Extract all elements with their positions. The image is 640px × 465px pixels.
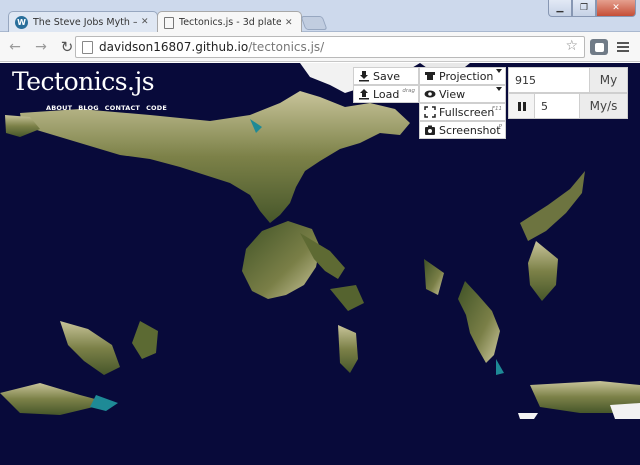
landmass-east-peninsula (528, 241, 558, 301)
island-west-2 (132, 321, 158, 359)
dropdown-caret-icon (496, 69, 502, 73)
close-tab-icon[interactable]: ✕ (141, 17, 151, 27)
view-dropdown[interactable]: View (419, 85, 506, 103)
time-input[interactable]: 915 (508, 67, 590, 93)
tab-steve-jobs-myth[interactable]: W The Steve Jobs Myth – D ✕ (8, 11, 158, 32)
page-icon (82, 40, 93, 54)
eye-icon (424, 88, 436, 100)
save-button[interactable]: Save (353, 67, 419, 85)
extension-icon[interactable] (590, 39, 608, 55)
time-unit-label: My (589, 67, 628, 93)
browser-toolbar: ← → ↻ davidson16807.github.io/tectonics.… (0, 32, 640, 62)
download-icon (358, 70, 370, 82)
dropdown-caret-icon (496, 87, 502, 91)
screenshot-button[interactable]: Screenshot P (419, 121, 506, 139)
pause-icon (517, 101, 521, 111)
load-button[interactable]: Load drag (353, 85, 419, 103)
tab-tectonics[interactable]: Tectonics.js - 3d plate tec ✕ (157, 11, 302, 33)
island-mid-1 (338, 325, 358, 373)
new-tab-button[interactable] (300, 16, 328, 30)
island-mid-2 (330, 285, 364, 311)
fullscreen-button[interactable]: Fullscreen F11 (419, 103, 506, 121)
simulation-viewport[interactable]: Tectonics.js ABOUT BLOG CONTACT CODE Sav… (0, 63, 640, 465)
close-tab-icon[interactable]: ✕ (285, 18, 295, 28)
landmass-east-coast (520, 171, 585, 241)
nav-contact-link[interactable]: CONTACT (105, 104, 140, 112)
restore-button[interactable]: ❐ (572, 0, 596, 17)
ice-floe (518, 413, 538, 419)
close-window-button[interactable]: ✕ (596, 0, 636, 17)
ice-south-strip (610, 403, 640, 419)
fullscreen-icon (424, 106, 436, 118)
camera-icon (424, 124, 436, 136)
island-mid-3 (424, 259, 444, 295)
bookmark-star-icon[interactable]: ☆ (565, 38, 578, 54)
speed-input[interactable]: 5 (534, 93, 580, 119)
window-controls: ▁ ❐ ✕ (548, 0, 636, 17)
upload-icon (358, 88, 370, 100)
nav-about-link[interactable]: ABOUT (46, 104, 72, 112)
pause-button[interactable] (508, 93, 535, 119)
menu-icon[interactable] (614, 39, 632, 55)
nav-blog-link[interactable]: BLOG (78, 104, 99, 112)
island-west-1 (60, 321, 120, 375)
forward-arrow-icon[interactable]: → (30, 36, 52, 58)
projection-icon (424, 70, 436, 82)
speed-unit-label: My/s (579, 93, 628, 119)
site-nav: ABOUT BLOG CONTACT CODE (46, 104, 167, 112)
shelf-1 (90, 395, 118, 411)
nav-code-link[interactable]: CODE (146, 104, 167, 112)
address-bar[interactable]: davidson16807.github.io/tectonics.js/ ☆ (75, 36, 585, 58)
world-map[interactable] (0, 63, 640, 465)
back-arrow-icon[interactable]: ← (4, 36, 26, 58)
minimize-button[interactable]: ▁ (548, 0, 572, 17)
shelf-3 (496, 359, 504, 375)
ice-south-west (0, 383, 110, 415)
site-logo[interactable]: Tectonics.js (12, 67, 155, 96)
wordpress-icon: W (15, 15, 28, 29)
page-icon (164, 16, 174, 29)
landmass-east-chain (458, 281, 500, 363)
projection-dropdown[interactable]: Projection (419, 67, 506, 85)
browser-titlebar: W The Steve Jobs Myth – D ✕ Tectonics.js… (0, 0, 640, 33)
landmass-central (242, 221, 320, 299)
